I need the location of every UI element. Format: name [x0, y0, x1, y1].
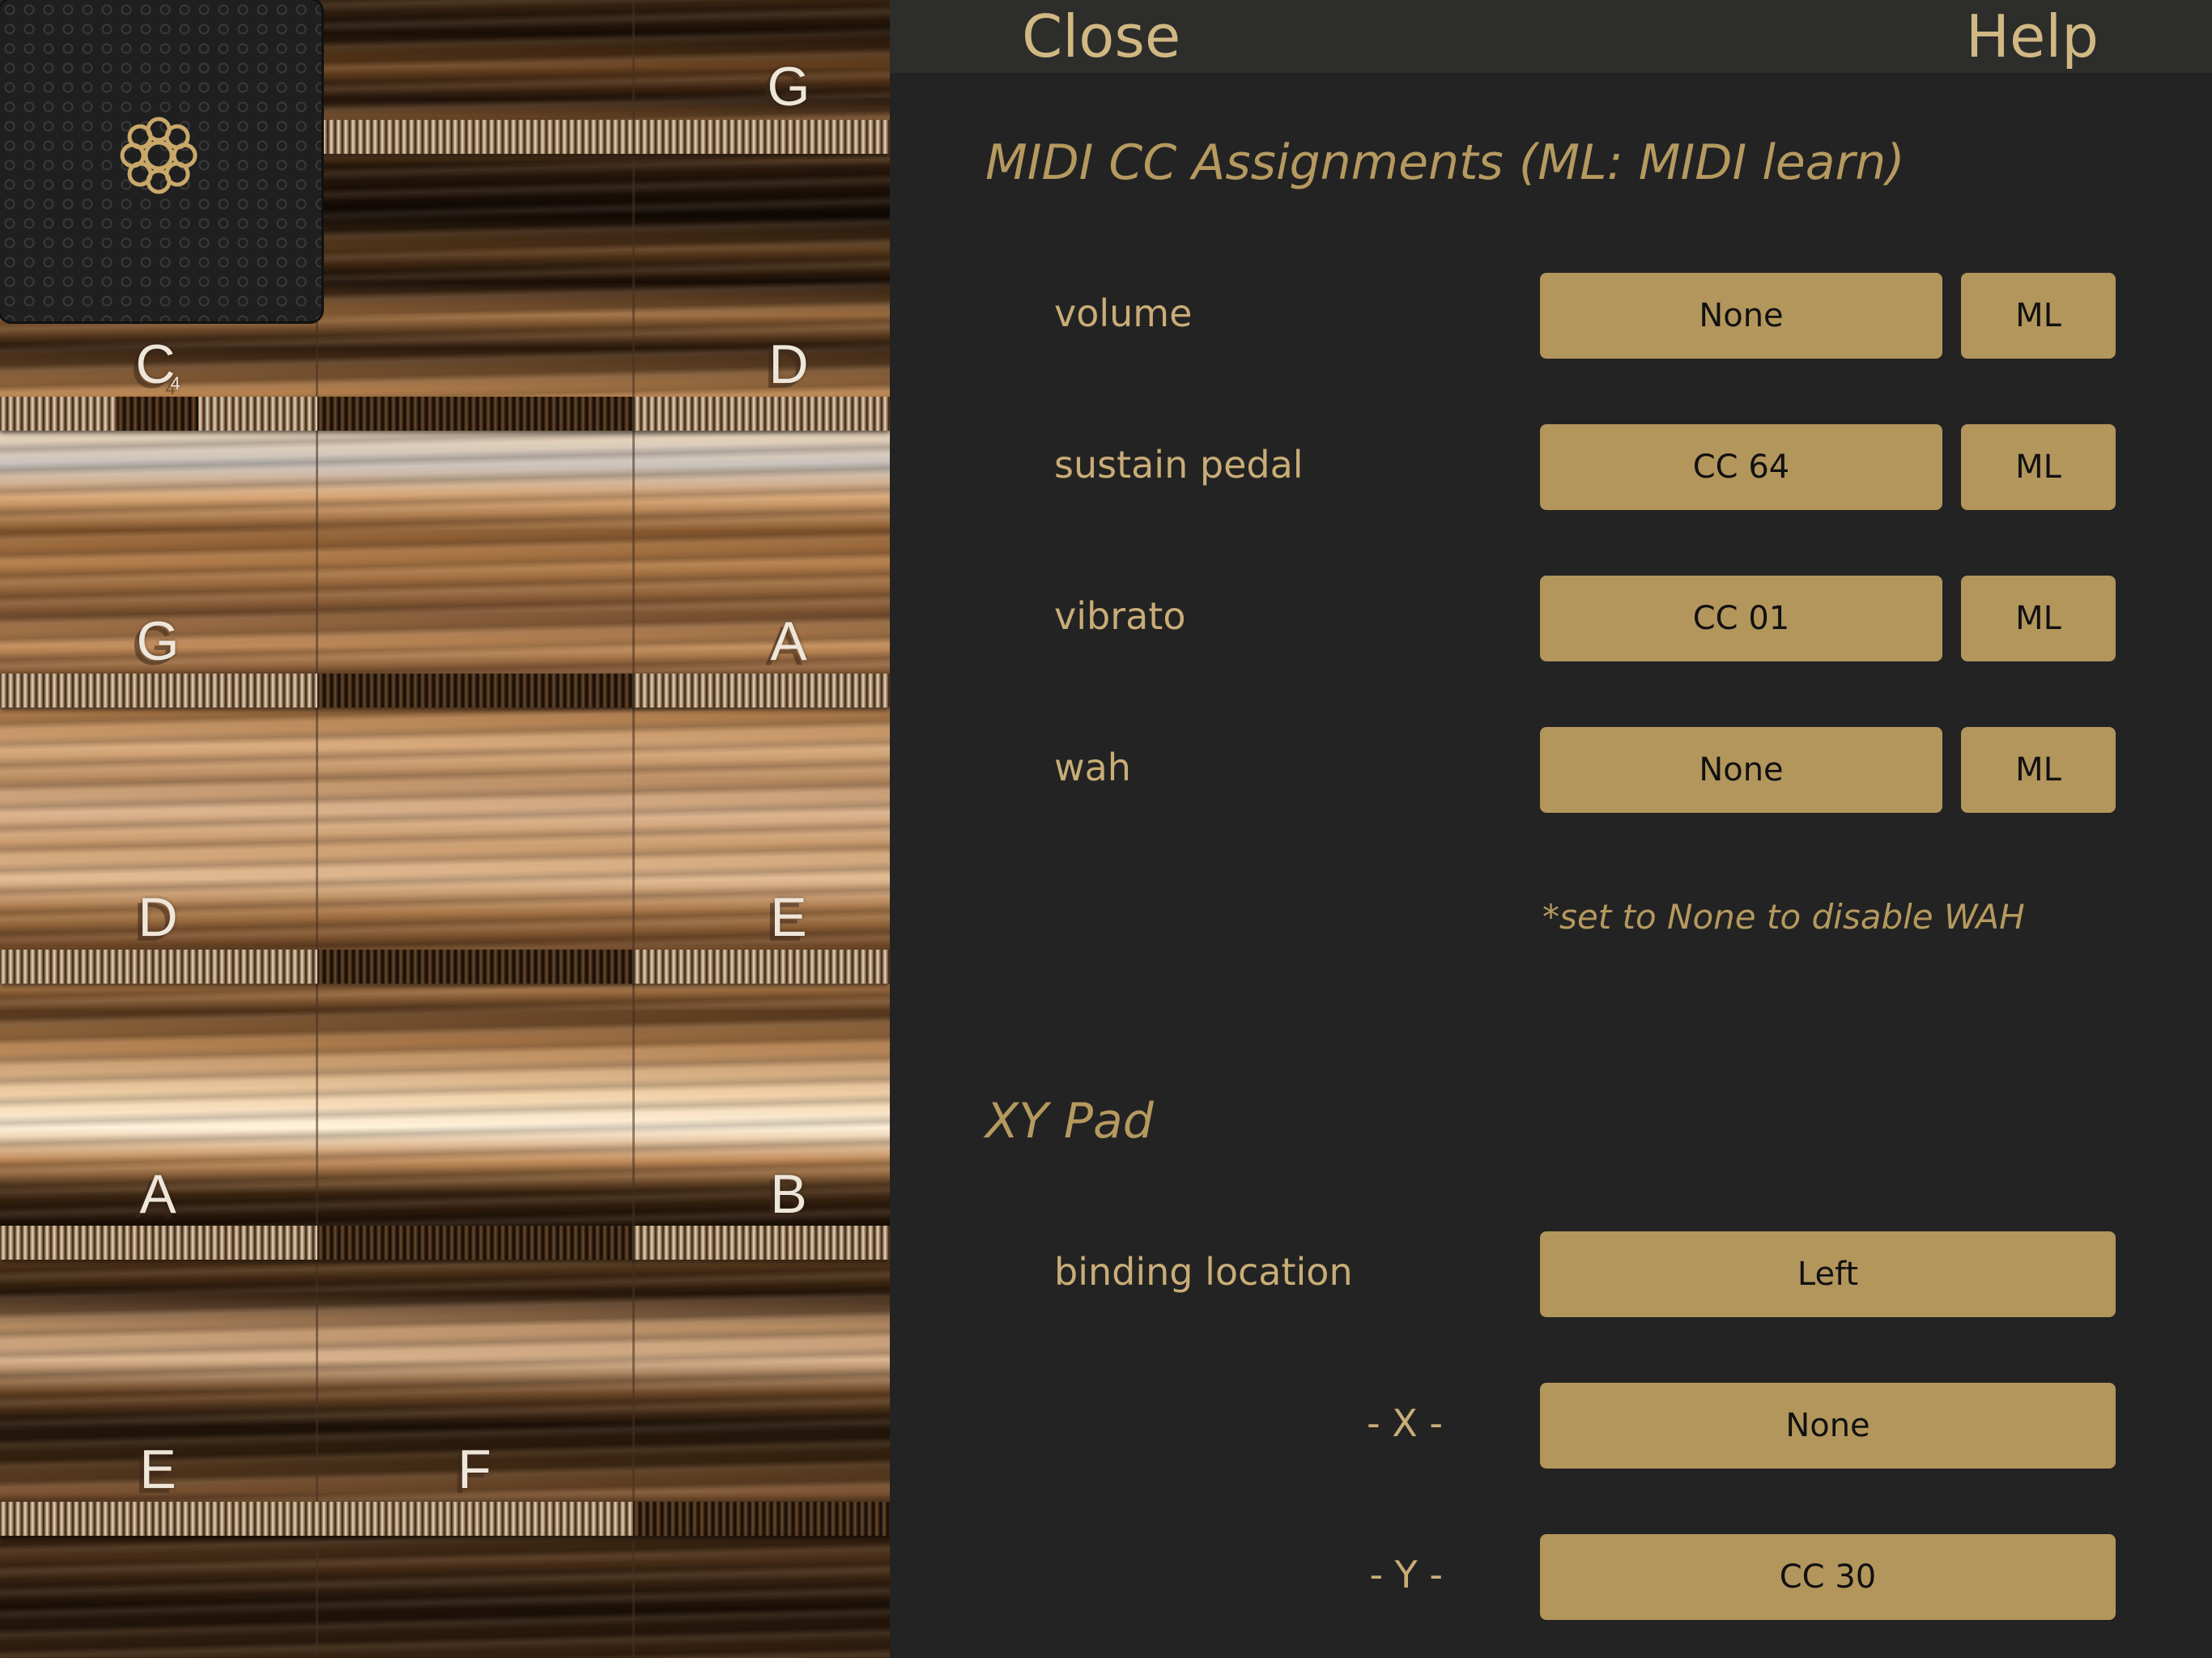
fretboard[interactable]: G C4 D G A D E A B E F — [0, 0, 890, 1658]
note-label-a2[interactable]: A — [109, 1158, 206, 1231]
vibrato-midi-learn-button[interactable]: ML — [1961, 576, 2116, 661]
close-button[interactable]: Close — [1022, 0, 1180, 73]
xy-pad[interactable] — [0, 0, 321, 321]
volume-label: volume — [1054, 291, 1193, 335]
xy-puck-icon[interactable] — [110, 107, 207, 204]
midi-section-title: MIDI CC Assignments (ML: MIDI learn) — [985, 134, 1905, 191]
xy-pad-section-title: XY Pad — [985, 1093, 1154, 1150]
settings-panel: Close Help MIDI CC Assignments (ML: MIDI… — [890, 0, 2212, 1658]
wah-midi-learn-button[interactable]: ML — [1961, 727, 2116, 813]
note-label-e[interactable]: E — [740, 881, 837, 954]
wah-cc-button[interactable]: None — [1540, 727, 1942, 813]
note-label-e2[interactable]: E — [109, 1433, 206, 1506]
string-line — [632, 0, 635, 1658]
binding-location-label: binding location — [1054, 1250, 1353, 1294]
note-label-g[interactable]: G — [109, 605, 206, 678]
volume-cc-button[interactable]: None — [1540, 273, 1942, 359]
note-label-b[interactable]: B — [740, 1158, 837, 1231]
note-label-d[interactable]: D — [740, 328, 837, 401]
note-label-g-top[interactable]: G — [740, 50, 837, 123]
x-axis-cc-button[interactable]: None — [1540, 1383, 2116, 1469]
x-axis-label: - X - — [1367, 1401, 1443, 1445]
sustain-pedal-midi-learn-button[interactable]: ML — [1961, 424, 2116, 510]
wah-label: wah — [1054, 746, 1131, 789]
vibrato-label: vibrato — [1054, 594, 1186, 638]
fret — [0, 1226, 890, 1260]
fret — [0, 397, 890, 431]
fret — [0, 1502, 890, 1536]
top-bar: Close Help — [890, 0, 2212, 73]
sustain-pedal-label: sustain pedal — [1054, 443, 1304, 487]
binding-location-button[interactable]: Left — [1540, 1231, 2116, 1317]
note-label-d2[interactable]: D — [109, 881, 206, 954]
note-label-f[interactable]: F — [426, 1433, 523, 1506]
note-label-c4[interactable]: C4 — [109, 328, 206, 401]
vibrato-cc-button[interactable]: CC 01 — [1540, 576, 1942, 661]
y-axis-label: - Y - — [1369, 1553, 1443, 1596]
wah-disable-note: *set to None to disable WAH — [1542, 897, 2025, 937]
note-label-a[interactable]: A — [740, 605, 837, 678]
sustain-pedal-cc-button[interactable]: CC 64 — [1540, 424, 1942, 510]
fret — [0, 950, 890, 984]
y-axis-cc-button[interactable]: CC 30 — [1540, 1534, 2116, 1620]
fret — [0, 674, 890, 708]
volume-midi-learn-button[interactable]: ML — [1961, 273, 2116, 359]
help-button[interactable]: Help — [1966, 0, 2099, 73]
